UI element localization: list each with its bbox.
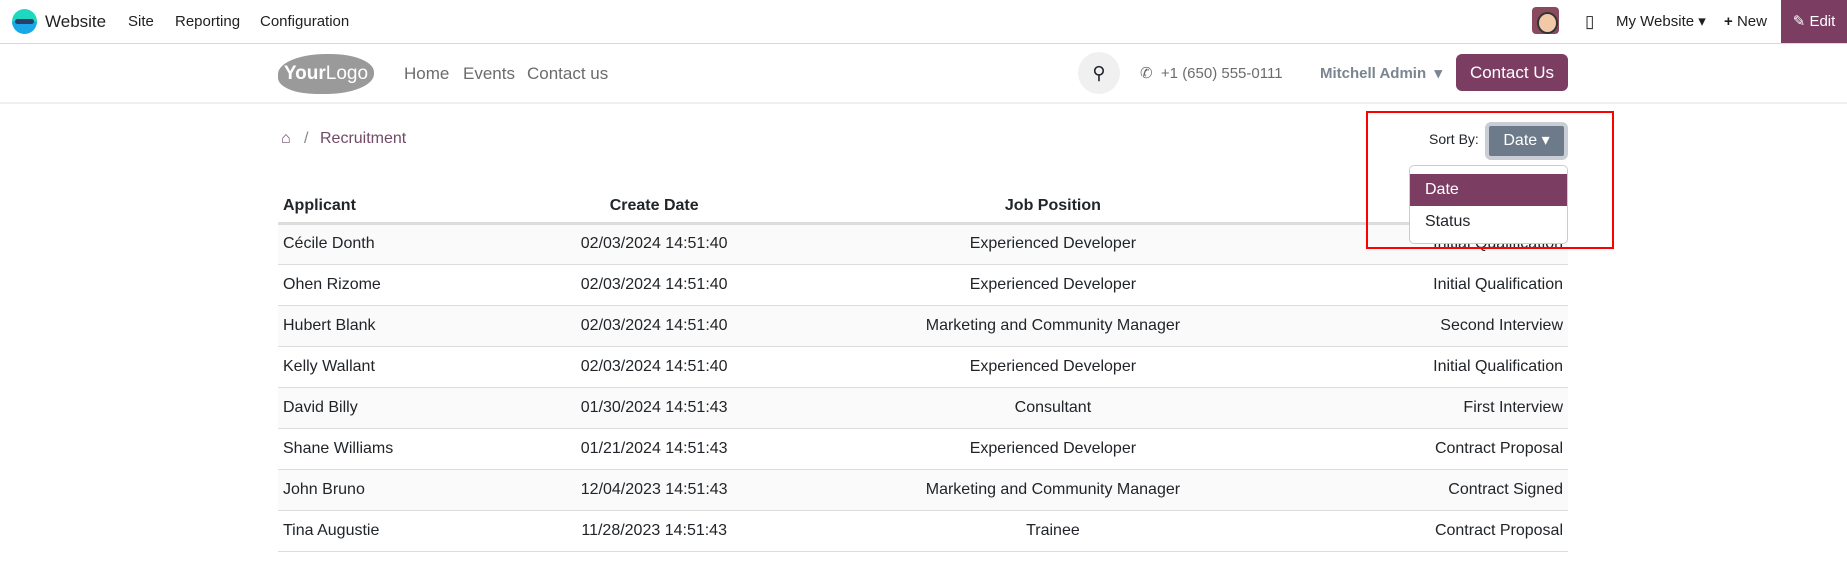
user-name: Mitchell Admin [1320, 65, 1427, 82]
cell-create-date: 12/04/2023 14:51:43 [505, 469, 803, 511]
cell-status: Initial Qualification [1303, 264, 1568, 306]
menu-reporting[interactable]: Reporting [175, 0, 240, 43]
cell-create-date: 02/03/2024 14:51:40 [505, 346, 803, 388]
menu-site[interactable]: Site [128, 0, 154, 43]
caret-down-icon: ▾ [1698, 13, 1706, 30]
menu-configuration[interactable]: Configuration [260, 0, 349, 43]
nav-events[interactable]: Events [463, 44, 515, 104]
table-row[interactable]: David Billy 01/30/2024 14:51:43 Consultant… [278, 387, 1568, 429]
cell-create-date: 02/03/2024 14:51:40 [505, 223, 803, 265]
table-row[interactable]: Hubert Blank 02/03/2024 14:51:40 Marketing… [278, 305, 1568, 347]
table-row[interactable]: Tina Augustie 11/28/2023 14:51:43 Trainee C… [278, 510, 1568, 552]
edit-label: Edit [1809, 13, 1836, 30]
website-name: My Website [1616, 13, 1695, 30]
phone-number: +1 (650) 555-0111 [1160, 65, 1283, 82]
site-header: YourLogo Home Events Contact us ⚲ ✆ +1 (… [0, 44, 1847, 104]
plus-icon: + [1724, 13, 1733, 30]
cell-status: First Interview [1303, 387, 1568, 429]
header-applicant[interactable]: Applicant [278, 190, 506, 225]
cell-job-position: Experienced Developer [802, 346, 1304, 388]
app-name[interactable]: Website [45, 0, 106, 43]
table-row[interactable]: Kelly Wallant 02/03/2024 14:51:40 Experien… [278, 346, 1568, 388]
caret-down-icon: ▾ [1434, 65, 1442, 82]
table-row[interactable]: John Bruno 12/04/2023 14:51:43 Marketing a… [278, 469, 1568, 511]
cell-status: Initial Qualification [1303, 346, 1568, 388]
site-logo[interactable]: YourLogo [278, 54, 374, 94]
home-icon[interactable]: ⌂ [281, 130, 291, 148]
cell-applicant: Shane Williams [278, 428, 506, 470]
new-label: New [1736, 13, 1767, 30]
cell-create-date: 02/03/2024 14:51:40 [505, 264, 803, 306]
cell-create-date: 01/30/2024 14:51:43 [505, 387, 803, 429]
cell-status: Second Interview [1303, 305, 1568, 347]
cell-job-position: Consultant [802, 387, 1304, 429]
breadcrumb-separator: / [304, 130, 309, 147]
nav-home[interactable]: Home [404, 44, 449, 104]
website-app-icon[interactable] [12, 9, 37, 34]
cell-job-position: Experienced Developer [802, 428, 1304, 470]
mobile-preview-icon[interactable]: ▯ [1585, 0, 1594, 43]
cell-job-position: Trainee [802, 510, 1304, 552]
cell-create-date: 01/21/2024 14:51:43 [505, 428, 803, 470]
cell-applicant: Kelly Wallant [278, 346, 506, 388]
highlight-box [1366, 111, 1614, 249]
cell-applicant: Tina Augustie [278, 510, 506, 552]
header-job-position[interactable]: Job Position [802, 190, 1304, 225]
cell-applicant: Ohen Rizome [278, 264, 506, 306]
cell-applicant: John Bruno [278, 469, 506, 511]
cell-job-position: Marketing and Community Manager [802, 469, 1304, 511]
cell-status: Contract Proposal [1303, 428, 1568, 470]
top-bar: Website Site Reporting Configuration ▯ M… [0, 0, 1847, 44]
cell-applicant: Cécile Donth [278, 223, 506, 265]
contact-us-button[interactable]: Contact Us [1456, 54, 1568, 91]
search-button[interactable]: ⚲ [1078, 52, 1120, 94]
cell-applicant: David Billy [278, 387, 506, 429]
cell-status: Contract Signed [1303, 469, 1568, 511]
cell-applicant: Hubert Blank [278, 305, 506, 347]
cell-job-position: Experienced Developer [802, 264, 1304, 306]
user-menu[interactable]: Mitchell Admin ▾ [1320, 44, 1442, 104]
cell-status: Contract Proposal [1303, 510, 1568, 552]
search-icon: ⚲ [1092, 63, 1106, 83]
breadcrumb-current: Recruitment [320, 130, 407, 147]
edit-button[interactable]: ✎ Edit [1781, 0, 1847, 43]
cell-create-date: 02/03/2024 14:51:40 [505, 305, 803, 347]
table-row[interactable]: Ohen Rizome 02/03/2024 14:51:40 Experience… [278, 264, 1568, 306]
table-row[interactable]: Shane Williams 01/21/2024 14:51:43 Experie… [278, 428, 1568, 470]
pencil-icon: ✎ [1792, 13, 1806, 30]
avatar[interactable] [1532, 7, 1559, 34]
new-button[interactable]: + New [1724, 0, 1767, 43]
website-switcher[interactable]: My Website ▾ [1616, 0, 1706, 43]
cell-job-position: Experienced Developer [802, 223, 1304, 265]
cell-job-position: Marketing and Community Manager [802, 305, 1304, 347]
header-create-date[interactable]: Create Date [505, 190, 803, 225]
cell-create-date: 11/28/2023 14:51:43 [505, 510, 803, 552]
phone-link[interactable]: ✆ +1 (650) 555-0111 [1140, 44, 1283, 104]
nav-contact-us[interactable]: Contact us [527, 44, 608, 104]
phone-icon: ✆ [1140, 65, 1153, 82]
